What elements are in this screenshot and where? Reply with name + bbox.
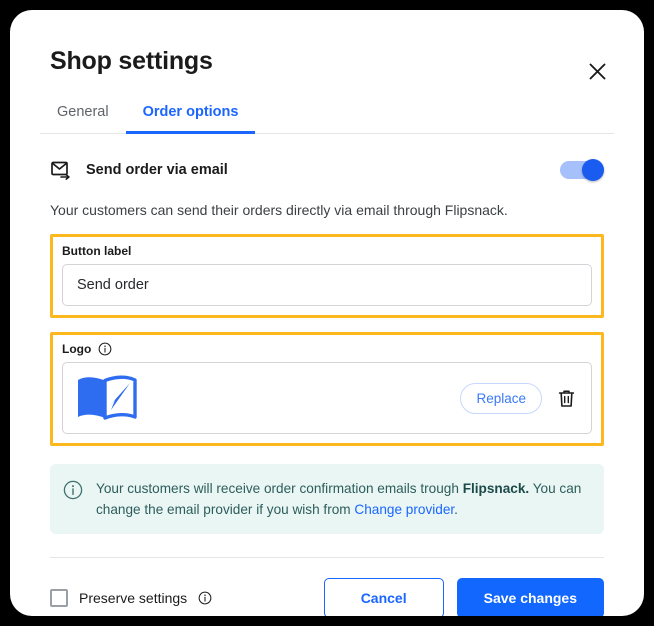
button-label-highlight: Button label	[50, 234, 604, 318]
preserve-settings-group[interactable]: Preserve settings	[50, 589, 212, 607]
screenshot-root: Shop settings General Order options Send…	[0, 0, 654, 626]
dialog-header: Shop settings	[10, 10, 644, 79]
tab-general[interactable]: General	[40, 98, 126, 134]
logo-highlight: Logo Replace	[50, 332, 604, 446]
close-button[interactable]	[580, 54, 614, 88]
banner-text: Your customers will receive order confir…	[96, 478, 588, 520]
tabs-container: General Order options	[10, 98, 644, 134]
tab-list: General Order options	[40, 98, 614, 134]
replace-logo-button[interactable]: Replace	[460, 382, 542, 414]
email-provider-banner: Your customers will receive order confir…	[50, 464, 604, 534]
logo-caption: Logo	[62, 342, 592, 356]
banner-brand: Flipsnack.	[462, 481, 530, 496]
delete-logo-button[interactable]	[556, 387, 577, 410]
logo-actions: Replace	[460, 382, 577, 414]
info-icon[interactable]	[198, 591, 212, 605]
dialog-body: Send order via email Your customers can …	[10, 156, 644, 534]
change-provider-link[interactable]: Change provider	[354, 502, 454, 517]
preserve-settings-checkbox[interactable]	[50, 589, 68, 607]
banner-text-before: Your customers will receive order confir…	[96, 481, 463, 496]
button-label-text: Button label	[62, 244, 132, 258]
send-order-description: Your customers can send their orders dir…	[50, 202, 508, 218]
banner-text-after: .	[454, 502, 458, 517]
logo-preview-box: Replace	[62, 362, 592, 434]
send-order-row: Send order via email	[50, 156, 604, 184]
button-label-caption: Button label	[62, 244, 592, 258]
footer-actions: Cancel Save changes	[323, 578, 604, 616]
info-icon[interactable]	[98, 342, 112, 356]
trash-icon	[558, 389, 575, 407]
send-order-label: Send order via email	[86, 162, 228, 178]
save-changes-button[interactable]: Save changes	[456, 578, 604, 616]
dialog-footer: Preserve settings Cancel Save changes	[10, 558, 644, 616]
close-icon	[589, 63, 605, 79]
button-label-input[interactable]	[62, 264, 592, 306]
logo-label-text: Logo	[62, 342, 92, 356]
page-title: Shop settings	[50, 47, 213, 75]
cancel-button[interactable]: Cancel	[323, 578, 444, 616]
preserve-settings-label: Preserve settings	[79, 590, 188, 606]
banner-info-icon	[63, 480, 83, 505]
flipsnack-logo	[78, 375, 137, 420]
toggle-knob	[582, 159, 604, 181]
send-order-toggle[interactable]	[560, 159, 604, 181]
send-email-icon	[50, 159, 74, 181]
tab-order-options[interactable]: Order options	[125, 98, 256, 134]
shop-settings-dialog: Shop settings General Order options Send…	[10, 10, 644, 616]
